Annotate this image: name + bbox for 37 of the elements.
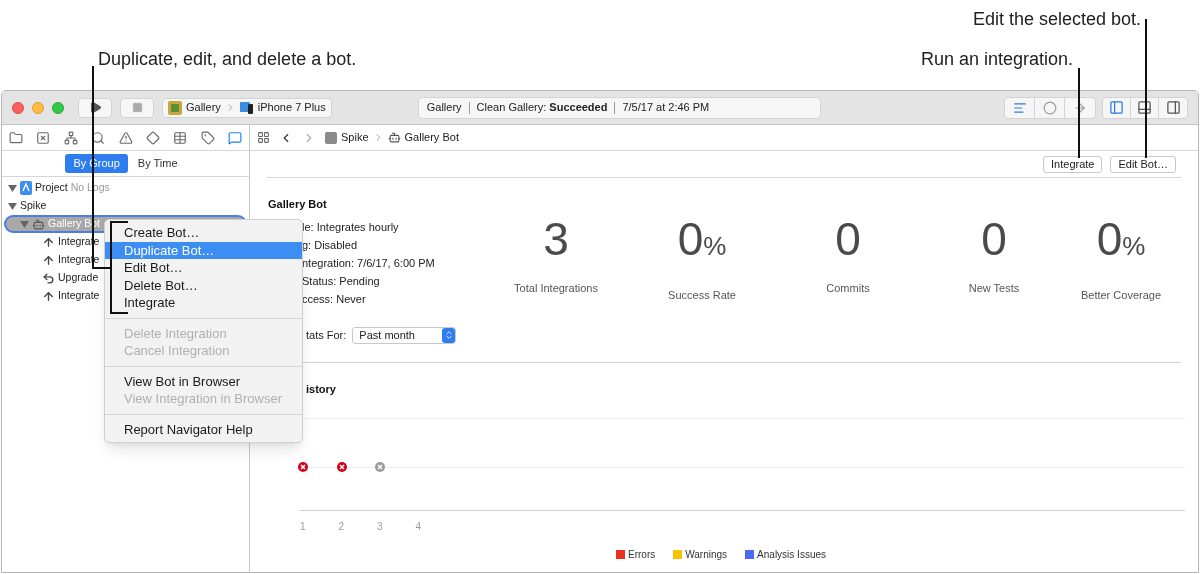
stat-value: 0 bbox=[835, 214, 861, 264]
stat-label: Total Integrations bbox=[514, 281, 598, 296]
status-time: 7/5/17 at 2:46 PM bbox=[622, 100, 710, 116]
stat-value: 3 bbox=[543, 214, 569, 264]
status-project: Gallery bbox=[426, 100, 462, 116]
tree-label: Project bbox=[35, 180, 68, 196]
bot-detail: ccess: Never bbox=[302, 292, 367, 306]
stat-value: 0 bbox=[981, 214, 1007, 264]
bot-detail: le: Integrates hourly bbox=[302, 220, 400, 234]
stat-value: 0% bbox=[1096, 214, 1146, 267]
stats-label: tats For: bbox=[306, 327, 347, 343]
legend-label: Errors bbox=[628, 547, 656, 562]
axis-tick: 2 bbox=[338, 520, 345, 532]
scheme-name: Gallery bbox=[186, 100, 221, 116]
callout-text: Duplicate, edit, and delete a bot. bbox=[98, 48, 357, 71]
bot-detail: ntegration: 7/6/17, 6:00 PM bbox=[302, 256, 436, 270]
status-activity: Clean Gallery: Succeeded bbox=[476, 100, 608, 116]
device-name: iPhone 7 Plus bbox=[257, 100, 326, 116]
stat-label: New Tests bbox=[968, 281, 1020, 296]
legend-label: Analysis Issues bbox=[757, 547, 827, 562]
tree-label: Spike bbox=[20, 198, 47, 214]
tree-label: Upgrade bbox=[58, 270, 99, 286]
stat-value: 0% bbox=[677, 214, 727, 267]
legend-label: Warnings bbox=[685, 547, 728, 562]
bot-detail: g: Disabled bbox=[302, 238, 359, 252]
stat-label: Better Coverage bbox=[1080, 288, 1162, 303]
stat-label: Success Rate bbox=[668, 288, 736, 303]
history-title: istory bbox=[306, 382, 336, 397]
tree-label: Integrate bbox=[58, 288, 100, 304]
axis-tick: 4 bbox=[415, 520, 422, 532]
axis-tick: 1 bbox=[300, 520, 306, 532]
bot-detail: Status: Pending bbox=[302, 274, 381, 288]
callout-text: Run an integration. bbox=[920, 48, 1073, 71]
axis-tick: 3 bbox=[377, 520, 383, 532]
callout-text: Edit the selected bot. bbox=[972, 8, 1141, 31]
stat-label: Commits bbox=[826, 281, 870, 296]
bot-title: Gallery Bot bbox=[267, 197, 328, 212]
